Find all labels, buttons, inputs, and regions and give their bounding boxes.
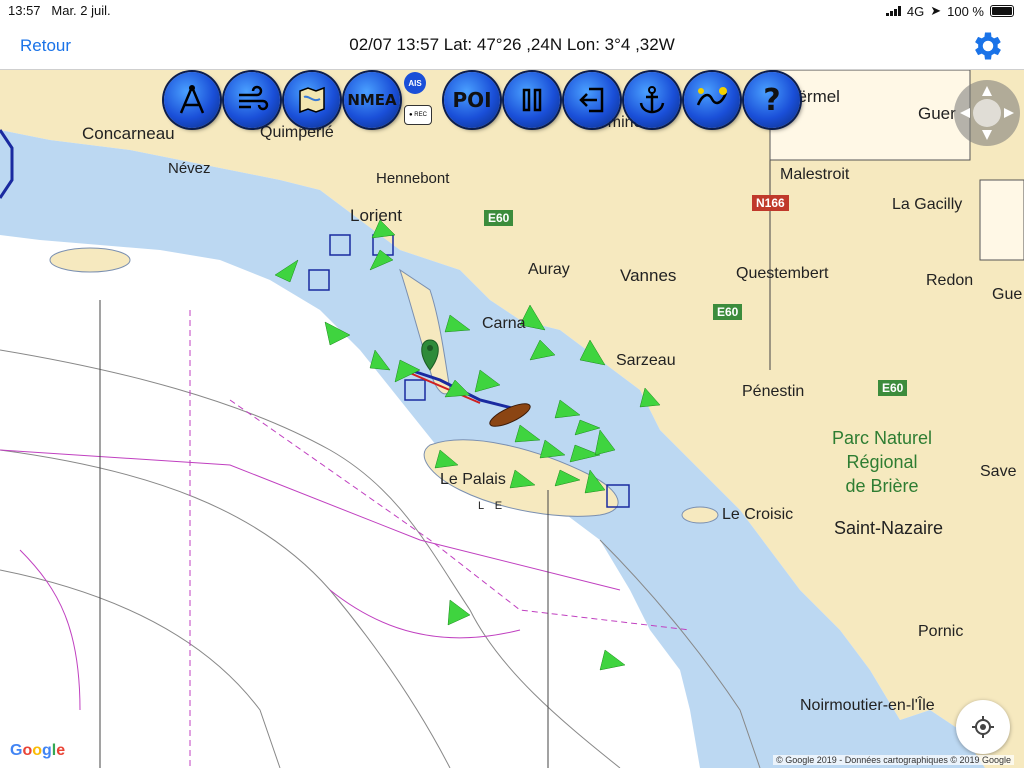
nautical-chart-map[interactable]: Concarneau Quimperlé Névez Hennebont Lor… <box>0 70 1024 768</box>
anchor-icon <box>639 86 665 114</box>
poi-label: POI <box>452 88 492 112</box>
place-label: Questembert <box>736 265 829 282</box>
pause-button[interactable] <box>504 72 560 128</box>
map-attribution: © Google 2019 - Données cartographiques … <box>773 755 1014 765</box>
status-time: 13:57 <box>8 3 41 18</box>
status-bar: 13:57 Mar. 2 juil. 4G ➤ 100 % <box>0 0 1024 22</box>
network-label: 4G <box>906 3 925 19</box>
place-label: Névez <box>168 160 211 177</box>
anchor-button[interactable] <box>624 72 680 128</box>
place-label: Quimperlé <box>260 124 334 141</box>
google-logo: Google <box>10 742 66 759</box>
place-label: Concarneau <box>82 124 175 143</box>
place-label: Sarzeau <box>616 352 676 369</box>
tide-button[interactable] <box>684 72 740 128</box>
wind-button[interactable] <box>224 72 280 128</box>
status-date: Mar. 2 juil. <box>51 3 111 18</box>
status-right: 4G ➤ 100 % <box>885 3 1014 19</box>
chart-map-button[interactable] <box>284 72 340 128</box>
ais-badge[interactable]: AIS <box>404 72 426 94</box>
nmea-button[interactable]: NMEA <box>344 72 400 128</box>
position-title: 02/07 13:57 Lat: 47°26 ,24N Lon: 3°4 ,32… <box>349 35 675 54</box>
place-label: La Gacilly <box>892 196 963 213</box>
place-label: Redon <box>926 272 974 289</box>
road-badge: E60 <box>713 304 743 320</box>
cell-signal-icon <box>885 6 901 16</box>
park-label: Parc Naturel Régional de Brière <box>832 426 932 498</box>
pan-arrows-icon <box>960 86 1014 140</box>
battery-icon <box>990 5 1014 17</box>
crosshair-icon <box>972 716 994 738</box>
recenter-button[interactable] <box>956 700 1010 754</box>
place-label: Hennebont <box>376 170 450 187</box>
place-label: Gue <box>992 286 1023 303</box>
help-label: ? <box>763 82 781 118</box>
place-label: Saint-Nazaire <box>834 518 944 538</box>
place-label: Pénestin <box>742 383 805 400</box>
place-label: Save <box>980 463 1017 480</box>
park-label-line: de Brière <box>845 476 919 496</box>
place-label: Noirmoutier-en-l'Île <box>800 697 935 714</box>
place-label: Malestroit <box>780 166 850 183</box>
place-label: Le Palais <box>440 471 506 488</box>
park-label-line: Régional <box>846 452 918 472</box>
rec-badge[interactable]: ● REC <box>404 105 432 125</box>
location-arrow-icon: ➤ <box>930 3 942 18</box>
place-label: Auray <box>528 261 570 278</box>
road-badge: E60 <box>878 380 908 396</box>
island-label: L E <box>478 500 507 512</box>
place-label: Guer <box>918 104 956 123</box>
nmea-label: NMEA <box>347 91 397 109</box>
navigation-bar: Retour 02/07 13:57 Lat: 47°26 ,24N Lon: … <box>0 22 1024 70</box>
exit-arrow-icon <box>579 87 604 113</box>
help-button[interactable]: ? <box>744 72 800 128</box>
gear-icon[interactable] <box>970 28 1006 64</box>
road-badge: N166 <box>752 195 789 211</box>
place-label: Pornic <box>918 623 964 640</box>
place-label: Le Croisic <box>722 506 794 523</box>
park-label-line: Parc Naturel <box>832 428 933 448</box>
pan-joystick[interactable] <box>954 80 1020 146</box>
tide-icon <box>696 87 728 106</box>
exit-button[interactable] <box>564 72 620 128</box>
road-badge: E60 <box>484 210 514 226</box>
status-time-date: 13:57 Mar. 2 juil. <box>8 3 111 18</box>
wind-icon <box>239 85 269 111</box>
compass-tool-button[interactable] <box>164 72 220 128</box>
pause-icon <box>522 88 542 112</box>
battery-label: 100 % <box>947 3 984 19</box>
divider-compass-icon <box>179 85 205 114</box>
map-icon <box>299 86 325 114</box>
place-label: Carna <box>482 315 526 332</box>
poi-button[interactable]: POI <box>444 72 500 128</box>
place-label: Vannes <box>620 266 677 285</box>
chart-canvas <box>0 70 1024 768</box>
place-label: Lorient <box>350 206 402 225</box>
